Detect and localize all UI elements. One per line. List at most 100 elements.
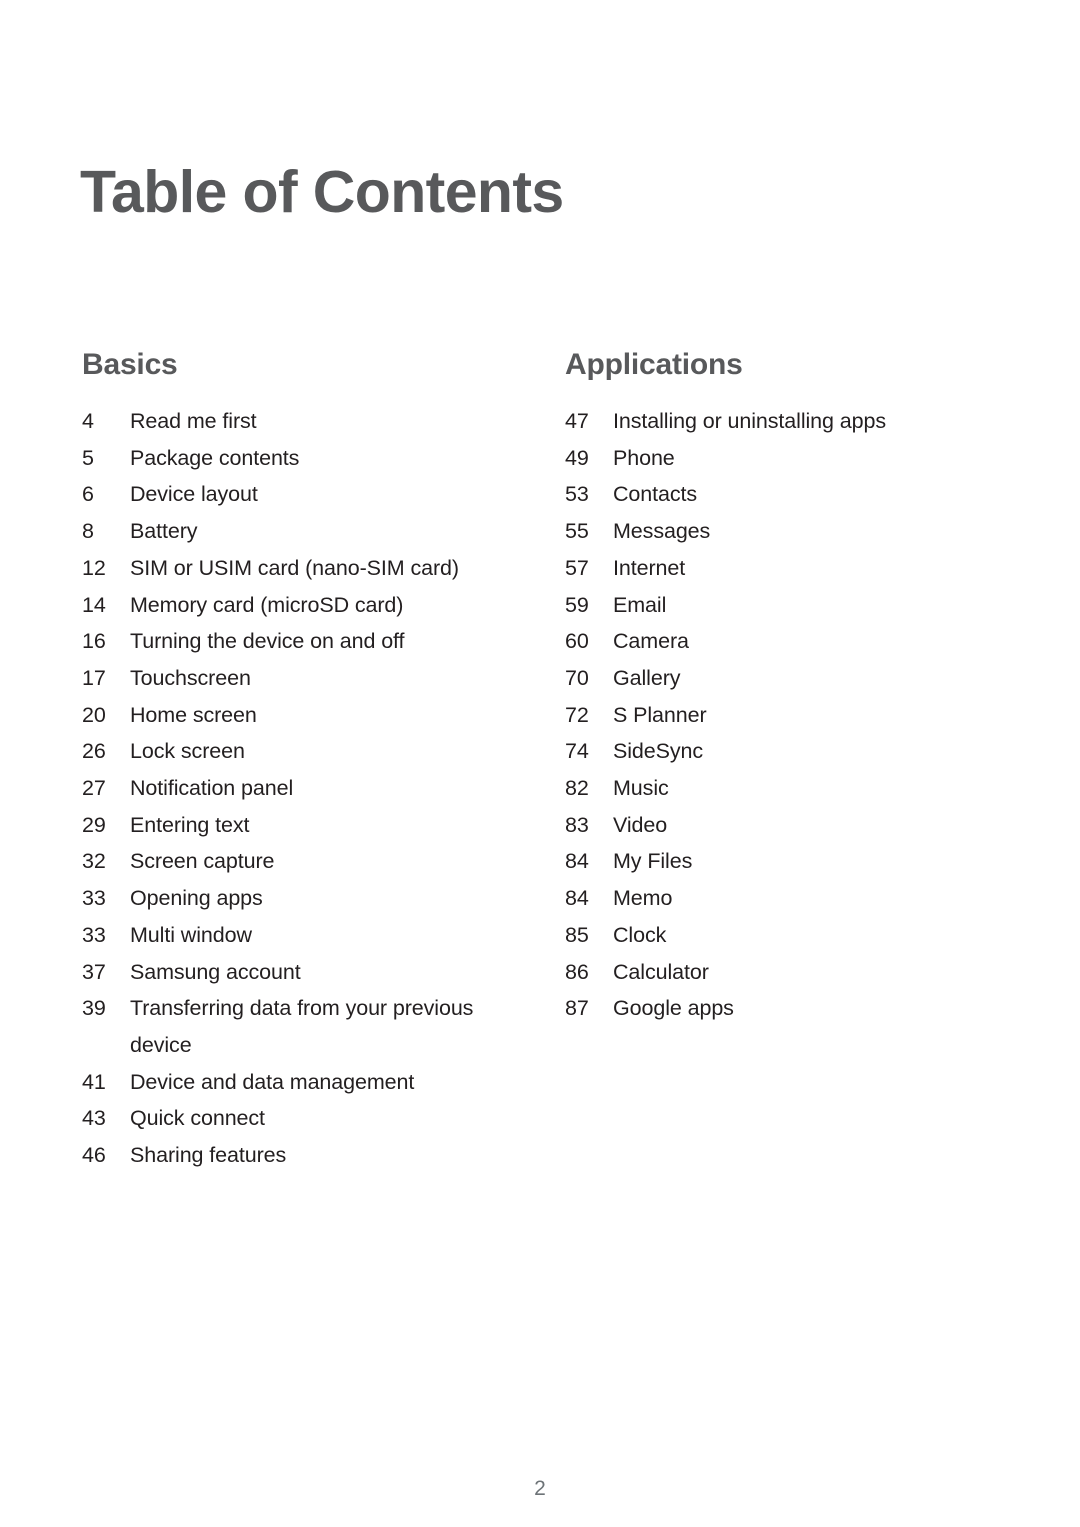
toc-entry[interactable]: 12 SIM or USIM card (nano-SIM card) <box>82 550 532 587</box>
toc-entry[interactable]: 43 Quick connect <box>82 1100 532 1137</box>
section-heading-applications: Applications <box>565 348 743 381</box>
toc-entry[interactable]: 83 Video <box>565 807 1015 844</box>
toc-list-basics: 4 Read me first 5 Package contents 6 Device l… <box>82 403 532 1174</box>
toc-entry-label: Opening apps <box>130 886 263 911</box>
toc-entry-page: 41 <box>82 1069 106 1094</box>
toc-entry[interactable]: 84 Memo <box>565 880 1015 917</box>
toc-entry-page: 55 <box>565 519 589 544</box>
toc-entry-label: Turning the device on and off <box>130 629 405 654</box>
toc-entry-label: Internet <box>613 555 686 580</box>
toc-entry-page: 33 <box>82 886 106 911</box>
toc-entry-label: Battery <box>130 519 198 544</box>
toc-entry-label: Notification panel <box>130 776 294 801</box>
toc-entry-page: 26 <box>82 739 106 764</box>
toc-entry[interactable]: 57 Internet <box>565 550 1015 587</box>
toc-entry-page: 87 <box>565 996 589 1021</box>
toc-entry-page: 8 <box>82 519 94 544</box>
toc-entry[interactable]: 59 Email <box>565 587 1015 624</box>
toc-entry-label: Screen capture <box>130 849 275 874</box>
toc-entry[interactable]: 60 Camera <box>565 623 1015 660</box>
toc-entry-label: Touchscreen <box>130 665 251 690</box>
toc-entry[interactable]: 29 Entering text <box>82 807 532 844</box>
toc-entry[interactable]: 32 Screen capture <box>82 843 532 880</box>
toc-entry[interactable]: 53 Contacts <box>565 476 1015 513</box>
toc-entry-label: Transferring data from your previous dev… <box>130 996 474 1057</box>
toc-entry-page: 74 <box>565 739 589 764</box>
toc-entry[interactable]: 82 Music <box>565 770 1015 807</box>
toc-entry-label: SideSync <box>613 739 704 764</box>
toc-entry-label: S Planner <box>613 702 707 727</box>
toc-entry[interactable]: 49 Phone <box>565 440 1015 477</box>
toc-entry[interactable]: 39 Transferring data from your previous d… <box>82 990 532 1063</box>
toc-column-applications: Applications 47 Installing or uninstallin… <box>565 348 1015 1027</box>
toc-entry-page: 60 <box>565 629 589 654</box>
toc-entry[interactable]: 16 Turning the device on and off <box>82 623 532 660</box>
toc-entry-page: 37 <box>82 959 106 984</box>
toc-entry-label: Package contents <box>130 445 300 470</box>
toc-entry-page: 83 <box>565 812 589 837</box>
toc-entry-page: 53 <box>565 482 589 507</box>
toc-entry-label: Contacts <box>613 482 698 507</box>
toc-entry[interactable]: 41 Device and data management <box>82 1064 532 1101</box>
toc-entry-label: Google apps <box>613 996 734 1021</box>
toc-entry-page: 49 <box>565 445 589 470</box>
toc-entry[interactable]: 55 Messages <box>565 513 1015 550</box>
toc-entry[interactable]: 8 Battery <box>82 513 532 550</box>
toc-entry-label: Clock <box>613 922 667 947</box>
toc-entry-page: 72 <box>565 702 589 727</box>
toc-entry[interactable]: 5 Package contents <box>82 440 532 477</box>
toc-entry-page: 43 <box>82 1106 106 1131</box>
toc-entry[interactable]: 33 Opening apps <box>82 880 532 917</box>
toc-entry-page: 85 <box>565 922 589 947</box>
toc-entry-label: Phone <box>613 445 675 470</box>
toc-entry[interactable]: 27 Notification panel <box>82 770 532 807</box>
toc-entry[interactable]: 72 S Planner <box>565 697 1015 734</box>
toc-entry-page: 14 <box>82 592 106 617</box>
toc-entry[interactable]: 6 Device layout <box>82 476 532 513</box>
toc-entry-page: 6 <box>82 482 94 507</box>
toc-entry-label: Read me first <box>130 409 257 433</box>
toc-entry[interactable]: 70 Gallery <box>565 660 1015 697</box>
toc-entry-label: Calculator <box>613 959 709 984</box>
toc-entry[interactable]: 4 Read me first <box>82 403 532 440</box>
toc-entry-label: Quick connect <box>130 1106 265 1131</box>
toc-entry-page: 70 <box>565 665 589 690</box>
toc-entry-page: 29 <box>82 812 106 837</box>
toc-entry[interactable]: 74 SideSync <box>565 733 1015 770</box>
toc-entry-page: 4 <box>82 409 94 433</box>
toc-entry-page: 57 <box>565 555 589 580</box>
section-heading-basics: Basics <box>82 348 178 381</box>
toc-entry-page: 20 <box>82 702 106 727</box>
toc-entry-page: 86 <box>565 959 589 984</box>
toc-entry[interactable]: 86 Calculator <box>565 954 1015 991</box>
toc-entry[interactable]: 37 Samsung account <box>82 954 532 991</box>
toc-entry[interactable]: 47 Installing or uninstalling apps <box>565 403 1015 440</box>
toc-entry-page: 17 <box>82 665 106 690</box>
toc-entry[interactable]: 85 Clock <box>565 917 1015 954</box>
toc-entry[interactable]: 33 Multi window <box>82 917 532 954</box>
toc-entry-label: Messages <box>613 519 711 544</box>
toc-entry[interactable]: 46 Sharing features <box>82 1137 532 1174</box>
toc-entry[interactable]: 20 Home screen <box>82 697 532 734</box>
toc-entry-label: Home screen <box>130 702 257 727</box>
page-title: Table of Contents <box>80 158 564 225</box>
toc-entry[interactable]: 14 Memory card (microSD card) <box>82 587 532 624</box>
toc-entry-label: Installing or uninstalling apps <box>613 409 886 433</box>
toc-entry-page: 47 <box>565 409 589 433</box>
toc-entry-page: 59 <box>565 592 589 617</box>
toc-entry-label: Video <box>613 812 668 837</box>
toc-entry-label: Music <box>613 776 669 801</box>
toc-entry-label: Lock screen <box>130 739 245 764</box>
toc-entry-label: Samsung account <box>130 959 301 984</box>
toc-entry-page: 84 <box>565 849 589 874</box>
toc-entry[interactable]: 84 My Files <box>565 843 1015 880</box>
toc-entry[interactable]: 87 Google apps <box>565 990 1015 1027</box>
toc-entry-page: 32 <box>82 849 106 874</box>
toc-entry-page: 33 <box>82 922 106 947</box>
toc-entry-page: 27 <box>82 776 106 801</box>
toc-entry[interactable]: 26 Lock screen <box>82 733 532 770</box>
toc-list-applications: 47 Installing or uninstalling apps 49 Phone… <box>565 403 1015 1027</box>
toc-entry-label: Gallery <box>613 665 681 690</box>
toc-entry-label: SIM or USIM card (nano-SIM card) <box>130 555 459 580</box>
toc-entry[interactable]: 17 Touchscreen <box>82 660 532 697</box>
